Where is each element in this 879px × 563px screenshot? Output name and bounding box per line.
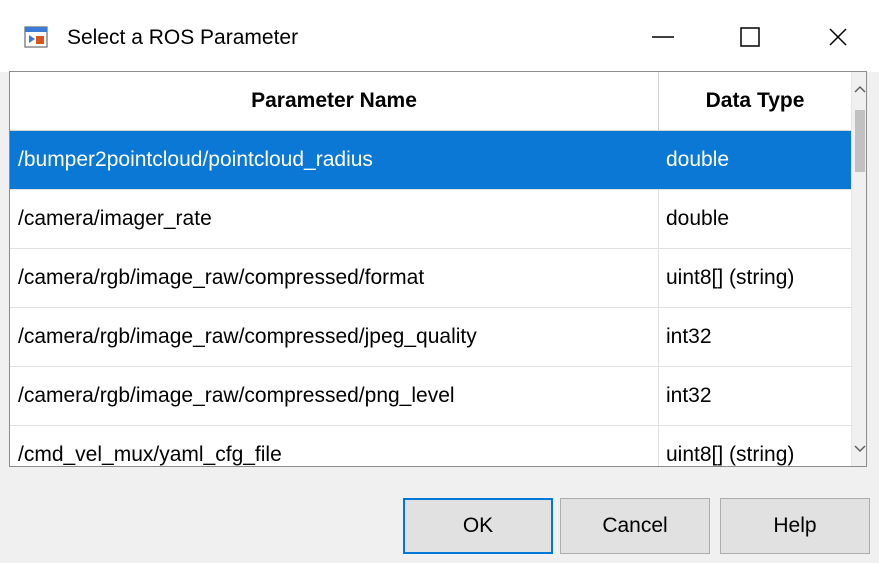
cell-data-type: int32	[666, 325, 712, 348]
column-header-data-type[interactable]: Data Type	[659, 72, 851, 130]
scroll-down-button[interactable]	[852, 438, 866, 460]
cell-parameter-name: /camera/rgb/image_raw/compressed/jpeg_qu…	[18, 325, 477, 348]
cell-divider	[658, 190, 659, 248]
minimize-icon	[652, 36, 674, 38]
cell-data-type: double	[666, 148, 730, 171]
maximize-icon	[740, 27, 760, 47]
table-row[interactable]: /camera/rgb/image_raw/compressed/png_lev…	[10, 367, 851, 426]
table-row[interactable]: /camera/rgb/image_raw/compressed/format …	[10, 249, 851, 308]
cell-parameter-name: /camera/rgb/image_raw/compressed/format	[18, 266, 425, 289]
cell-divider	[658, 131, 659, 189]
cell-parameter-name: /cmd_vel_mux/yaml_cfg_file	[18, 443, 282, 466]
column-header-parameter-name[interactable]: Parameter Name	[10, 72, 658, 130]
app-icon	[24, 26, 48, 48]
cell-parameter-name: /camera/rgb/image_raw/compressed/png_lev…	[18, 384, 455, 407]
scroll-up-button[interactable]	[852, 78, 866, 100]
cell-data-type: double	[666, 207, 730, 230]
cell-divider	[658, 249, 659, 307]
chevron-down-icon	[853, 445, 866, 453]
scrollbar-thumb[interactable]	[855, 110, 865, 172]
cancel-button[interactable]: Cancel	[560, 498, 710, 554]
chevron-up-icon	[853, 85, 866, 93]
cell-divider	[658, 426, 659, 466]
maximize-button[interactable]	[727, 14, 773, 60]
cell-parameter-name: /bumper2pointcloud/pointcloud_radius	[18, 148, 373, 171]
cell-data-type: uint8[] (string)	[666, 266, 795, 289]
title-bar: Select a ROS Parameter	[0, 0, 879, 72]
ok-button[interactable]: OK	[403, 498, 553, 554]
close-button[interactable]	[815, 14, 861, 60]
table-row[interactable]: /camera/imager_rate double	[10, 190, 851, 249]
help-button[interactable]: Help	[720, 498, 870, 554]
table-row[interactable]: /camera/rgb/image_raw/compressed/jpeg_qu…	[10, 308, 851, 367]
cell-data-type: int32	[666, 384, 712, 407]
table-header: Parameter Name Data Type	[10, 72, 851, 131]
cell-divider	[658, 308, 659, 366]
window-title: Select a ROS Parameter	[67, 26, 299, 49]
vertical-scrollbar[interactable]	[851, 72, 866, 466]
parameter-table: Parameter Name Data Type /bumper2pointcl…	[9, 71, 867, 467]
minimize-button[interactable]	[640, 14, 686, 60]
cell-data-type: uint8[] (string)	[666, 443, 795, 466]
table-row[interactable]: /cmd_vel_mux/yaml_cfg_file uint8[] (stri…	[10, 426, 851, 466]
cell-parameter-name: /camera/imager_rate	[18, 207, 212, 230]
close-icon	[829, 28, 847, 46]
cell-divider	[658, 367, 659, 425]
table-row[interactable]: /bumper2pointcloud/pointcloud_radius dou…	[10, 131, 851, 190]
